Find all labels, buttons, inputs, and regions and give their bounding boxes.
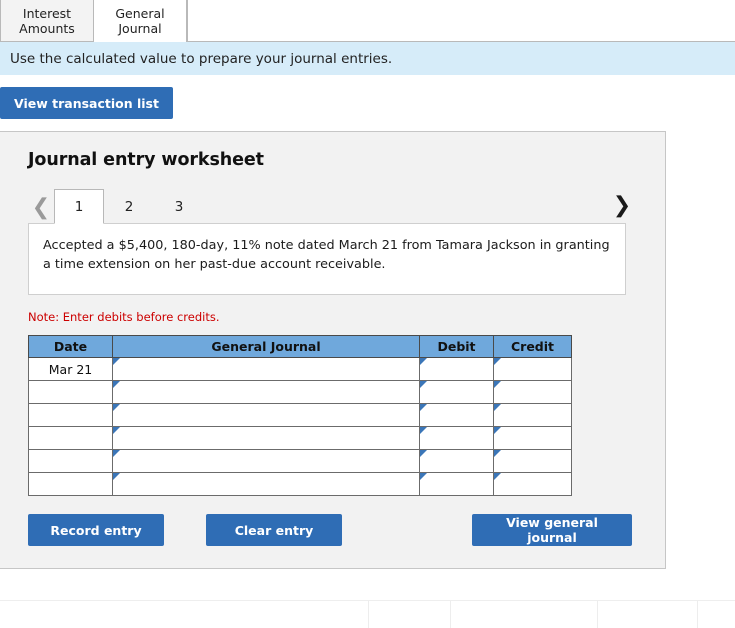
cell-account-input-container[interactable]: [112, 472, 420, 496]
cell-account-input[interactable]: [113, 404, 419, 426]
view-transaction-list-button[interactable]: View transaction list: [0, 87, 173, 119]
cell-credit-input[interactable]: [494, 358, 571, 380]
worksheet-actions: Record entry Clear entry View general jo…: [28, 514, 632, 546]
tab-interest-amounts-line2: Amounts: [19, 20, 75, 36]
cell-debit-input[interactable]: [420, 358, 493, 380]
view-general-journal-button[interactable]: View general journal: [472, 514, 632, 546]
page-title: Journal entry worksheet: [28, 150, 264, 170]
cell-account-input[interactable]: [113, 473, 419, 495]
journal-table-body: Mar 21: [28, 357, 572, 496]
cell-debit-input[interactable]: [420, 473, 493, 495]
pager-tab-2[interactable]: 2: [104, 189, 154, 224]
cell-credit-input[interactable]: [494, 404, 571, 426]
table-row: [28, 380, 572, 404]
cell-credit-input[interactable]: [494, 381, 571, 403]
pager-tab-3[interactable]: 3: [154, 189, 204, 224]
cell-debit-input-container[interactable]: [419, 403, 494, 427]
column-header-credit: Credit: [493, 335, 572, 358]
cell-account-input-container[interactable]: [112, 403, 420, 427]
cell-credit-input-container[interactable]: [493, 426, 572, 450]
pager-tab-1[interactable]: 1: [54, 189, 104, 224]
tab-interest-amounts-line1: Interest: [22, 5, 72, 21]
cell-credit-input[interactable]: [494, 473, 571, 495]
cell-account-input-container[interactable]: [112, 380, 420, 404]
column-header-debit: Debit: [419, 335, 494, 358]
cell-credit-input[interactable]: [494, 450, 571, 472]
cell-credit-input[interactable]: [494, 427, 571, 449]
cell-debit-input-container[interactable]: [419, 357, 494, 381]
tab-strip-filler: [187, 0, 735, 42]
transaction-description-box: Accepted a $5,400, 180-day, 11% note dat…: [28, 223, 626, 295]
cell-debit-input[interactable]: [420, 404, 493, 426]
cell-date: Mar 21: [28, 357, 113, 381]
table-header-row: Date General Journal Debit Credit: [28, 335, 572, 358]
cell-account-input-container[interactable]: [112, 357, 420, 381]
cell-credit-input-container[interactable]: [493, 472, 572, 496]
pager-tab-1-label: 1: [74, 198, 84, 215]
footer-divider-3: [597, 601, 598, 628]
table-row: [28, 472, 572, 496]
journal-entry-table: Date General Journal Debit Credit Mar 21: [28, 335, 572, 496]
transaction-description-text: Accepted a $5,400, 180-day, 11% note dat…: [43, 238, 610, 272]
cell-date: [28, 426, 113, 450]
footer-divider-2: [450, 601, 451, 628]
cell-date: [28, 403, 113, 427]
table-row: [28, 426, 572, 450]
footer-divider-1: [368, 601, 369, 628]
column-header-date: Date: [28, 335, 113, 358]
top-tab-strip: Interest Amounts General Journal: [0, 0, 735, 42]
tab-general-journal[interactable]: General Journal: [93, 0, 187, 42]
tab-general-journal-line2: Journal: [118, 21, 162, 36]
cell-account-input[interactable]: [113, 427, 419, 449]
cell-debit-input[interactable]: [420, 427, 493, 449]
table-row: [28, 403, 572, 427]
cell-date: [28, 380, 113, 404]
tab-interest-amounts[interactable]: Interest Amounts: [0, 0, 94, 42]
cell-account-input[interactable]: [113, 381, 419, 403]
table-row: [28, 449, 572, 473]
journal-entry-worksheet-panel: Journal entry worksheet ❮ 1 2 3 ❯ Accept…: [0, 131, 666, 569]
cell-debit-input-container[interactable]: [419, 426, 494, 450]
cell-debit-input[interactable]: [420, 381, 493, 403]
cell-debit-input-container[interactable]: [419, 472, 494, 496]
cell-account-input-container[interactable]: [112, 449, 420, 473]
cell-account-input[interactable]: [113, 358, 419, 380]
cell-debit-input[interactable]: [420, 450, 493, 472]
clear-entry-button[interactable]: Clear entry: [206, 514, 342, 546]
cell-credit-input-container[interactable]: [493, 380, 572, 404]
cell-date: [28, 472, 113, 496]
pager-tab-3-label: 3: [174, 199, 184, 215]
worksheet-pager: ❮ 1 2 3 ❯: [28, 188, 641, 224]
tab-general-journal-line1: General: [115, 6, 165, 21]
cell-account-input-container[interactable]: [112, 426, 420, 450]
cell-credit-input-container[interactable]: [493, 403, 572, 427]
toolbar: View transaction list: [0, 75, 735, 131]
cell-credit-input-container[interactable]: [493, 449, 572, 473]
chevron-left-icon[interactable]: ❮: [28, 190, 54, 224]
cell-account-input[interactable]: [113, 450, 419, 472]
cell-date: [28, 449, 113, 473]
record-entry-button[interactable]: Record entry: [28, 514, 164, 546]
cell-credit-input-container[interactable]: [493, 357, 572, 381]
instruction-banner: Use the calculated value to prepare your…: [0, 42, 735, 75]
debits-before-credits-note: Note: Enter debits before credits.: [28, 310, 220, 324]
page-footer-fragment: [0, 600, 735, 628]
pager-tab-2-label: 2: [124, 199, 134, 215]
cell-debit-input-container[interactable]: [419, 449, 494, 473]
chevron-right-icon[interactable]: ❯: [609, 188, 635, 222]
instruction-text: Use the calculated value to prepare your…: [10, 50, 393, 67]
column-header-general-journal: General Journal: [112, 335, 420, 358]
footer-divider-4: [697, 601, 698, 628]
cell-debit-input-container[interactable]: [419, 380, 494, 404]
table-row: Mar 21: [28, 357, 572, 381]
